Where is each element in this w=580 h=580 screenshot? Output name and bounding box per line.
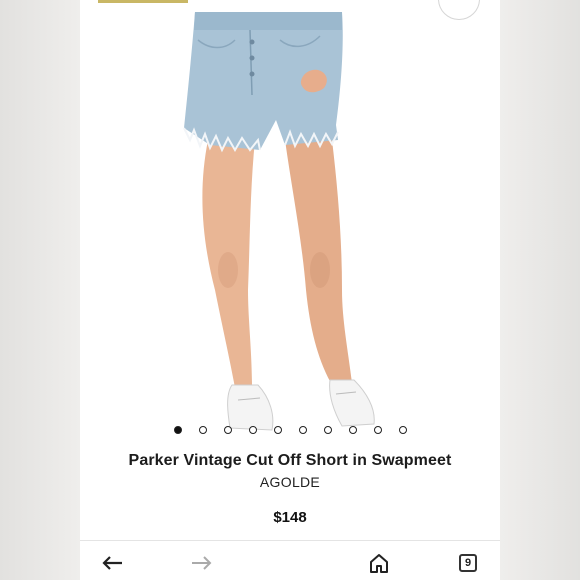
product-title: Parker Vintage Cut Off Short in Swapmeet	[128, 452, 452, 469]
home-button[interactable]	[366, 551, 392, 575]
phone-screen: Parker Vintage Cut Off Short in Swapmeet…	[80, 0, 500, 580]
carousel-dot[interactable]	[298, 426, 307, 434]
carousel-dot[interactable]	[373, 426, 382, 434]
back-button[interactable]	[100, 551, 126, 575]
browser-bottom-bar: 9	[80, 540, 500, 580]
carousel-dot[interactable]	[398, 426, 407, 434]
carousel-dot[interactable]	[323, 426, 332, 434]
tabs-button[interactable]: 9	[455, 551, 481, 575]
left-sneaker	[227, 384, 274, 431]
right-background	[500, 0, 580, 580]
left-background	[0, 0, 80, 580]
product-brand[interactable]: AGOLDE	[80, 474, 500, 490]
carousel-dot[interactable]	[223, 426, 232, 434]
carousel-dot[interactable]	[348, 426, 357, 434]
product-image[interactable]	[80, 0, 500, 440]
carousel-dot[interactable]	[273, 426, 282, 434]
tabs-count: 9	[459, 554, 477, 572]
carousel-dot[interactable]	[173, 426, 182, 434]
forward-button[interactable]	[188, 551, 214, 575]
product-price: $148	[273, 509, 307, 526]
arrow-left-icon	[102, 556, 122, 570]
carousel-dot[interactable]	[248, 426, 257, 434]
carousel-dot[interactable]	[198, 426, 207, 434]
right-sneaker	[329, 379, 375, 427]
home-icon	[370, 554, 388, 573]
arrow-right-icon	[192, 556, 212, 570]
carousel-dots	[80, 426, 500, 434]
